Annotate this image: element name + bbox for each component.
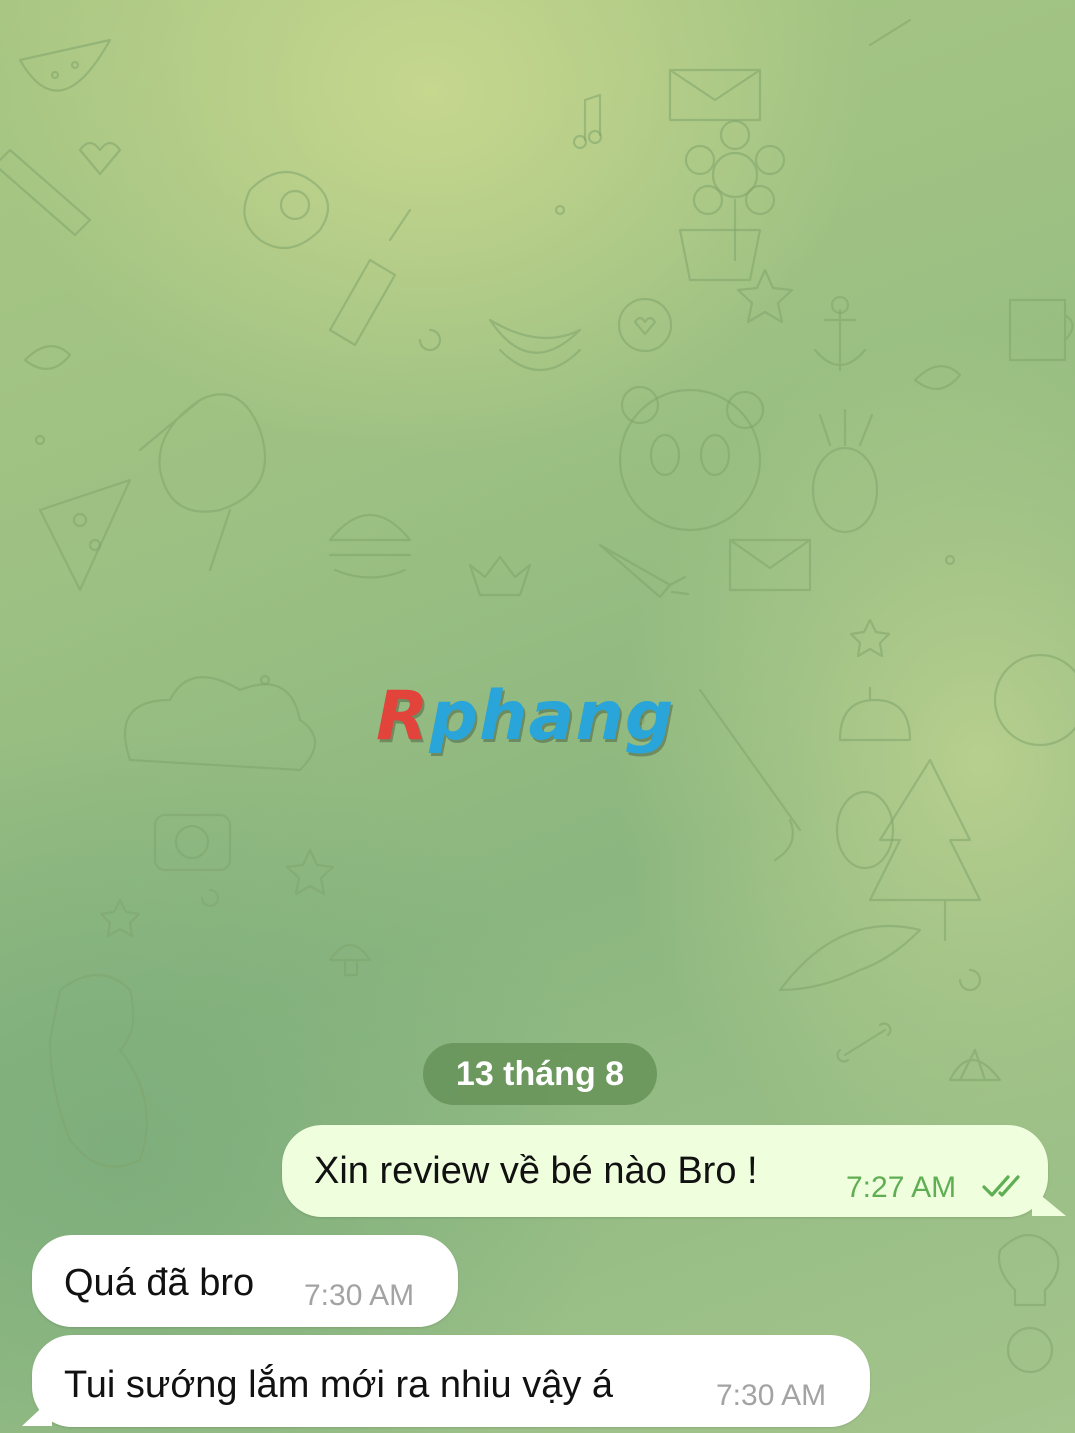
incoming-message[interactable]: Quá đã bro 7:30 AM [32,1235,458,1327]
rphang-logo: Rphang [376,672,706,762]
message-text: Quá đã bro [64,1262,255,1304]
incoming-message[interactable]: Tui sướng lắm mới ra nhiu vậy á 7:30 AM [32,1335,870,1427]
outgoing-message[interactable]: Xin review về bé nào Bro ! 7:27 AM [282,1125,1048,1217]
date-separator: 13 tháng 8 [423,1043,657,1105]
message-text: Xin review về bé nào Bro ! [314,1150,758,1192]
logo-rest: phang [429,677,675,756]
outgoing-bubble-tail [1032,1188,1066,1216]
message-text: Tui sướng lắm mới ra nhiu vậy á [64,1364,614,1406]
message-time: 7:30 AM [716,1379,827,1412]
logo-first-letter: R [376,677,430,756]
incoming-bubble-tail [22,1398,52,1426]
message-time: 7:30 AM [304,1279,415,1312]
double-check-icon [982,1175,1020,1197]
message-time: 7:27 AM [846,1171,957,1204]
